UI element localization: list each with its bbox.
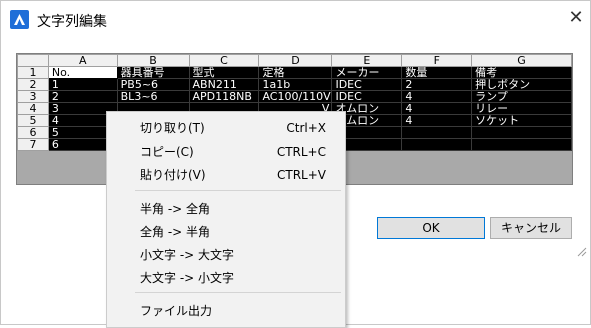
menu-item-paste[interactable]: 貼り付け(V) CTRL+V (107, 164, 345, 186)
menu-item-shortcut: CTRL+C (276, 145, 326, 159)
menu-item-lower-to-upper[interactable]: 小文字 -> 大文字 (107, 244, 345, 266)
menu-item-label: ファイル出力 (140, 304, 213, 318)
column-header[interactable]: A (47, 54, 118, 67)
grid-cell[interactable]: 器具番号 (116, 66, 190, 79)
grid-cell[interactable]: 2 (47, 90, 118, 103)
menu-item-label: 大文字 -> 小文字 (140, 271, 235, 285)
row-header[interactable]: 7 (17, 138, 49, 151)
ok-button[interactable]: OK (377, 217, 485, 239)
corner-header[interactable] (17, 54, 49, 67)
menu-item-upper-to-lower[interactable]: 大文字 -> 小文字 (107, 267, 345, 289)
context-menu: 切り取り(T) Ctrl+X コピー(C) CTRL+C 貼り付け(V) CTR… (106, 111, 346, 328)
menu-item-copy[interactable]: コピー(C) CTRL+C (107, 141, 345, 163)
grid-cell[interactable]: 4 (401, 102, 473, 115)
close-icon[interactable]: ✕ (566, 8, 586, 28)
row-header[interactable]: 5 (17, 114, 49, 127)
table-row: 1 No. 器具番号 型式 定格 メーカー 数量 備考 (17, 66, 572, 79)
grid-cell[interactable]: ABN211 (188, 78, 260, 91)
grid-cell[interactable]: ソケット (471, 114, 572, 127)
grid-cell[interactable]: 備考 (471, 66, 572, 79)
menu-item-full-to-half[interactable]: 全角 -> 半角 (107, 221, 345, 243)
menu-item-label: 切り取り(T) (140, 121, 205, 135)
menu-item-half-to-full[interactable]: 半角 -> 全角 (107, 198, 345, 220)
window-title: 文字列編集 (37, 14, 107, 30)
menu-separator (135, 292, 341, 293)
column-header[interactable]: D (258, 54, 333, 67)
row-header[interactable]: 3 (17, 90, 49, 103)
grid-cell[interactable]: IDEC (331, 78, 403, 91)
row-header[interactable]: 4 (17, 102, 49, 115)
column-header[interactable]: G (471, 54, 572, 67)
grid-cell[interactable] (401, 138, 473, 151)
grid-cell[interactable]: AC100/110V (258, 90, 333, 103)
row-header[interactable]: 1 (17, 66, 49, 79)
grid-cell[interactable]: PB5~6 (116, 78, 190, 91)
grid-cell[interactable]: 1 (47, 78, 118, 91)
grid-cell[interactable]: No. (47, 66, 118, 79)
menu-item-shortcut: CTRL+V (277, 168, 326, 182)
string-edit-dialog: 文字列編集 ✕ A B C D E F G 1 No. 器具番号 型式 定格 メ… (0, 0, 591, 328)
column-header[interactable]: C (188, 54, 260, 67)
grid-cell[interactable]: 押しボタン (471, 78, 572, 91)
cancel-button[interactable]: キャンセル (490, 217, 572, 239)
resize-grip-icon[interactable] (575, 245, 587, 257)
grid-cell[interactable]: 型式 (188, 66, 260, 79)
title-bar: 文字列編集 ✕ (1, 1, 590, 38)
grid-cell[interactable]: BL3~6 (116, 90, 190, 103)
table-row: 3 2 BL3~6 APD118NB AC100/110V IDEC 4 ランプ (17, 90, 572, 103)
grid-cell[interactable]: メーカー (331, 66, 403, 79)
menu-separator (135, 190, 341, 191)
grid-cell[interactable]: 2 (401, 78, 473, 91)
column-header[interactable]: E (331, 54, 403, 67)
grid-cell[interactable]: ランプ (471, 90, 572, 103)
menu-item-file-output[interactable]: ファイル出力 (107, 300, 345, 322)
column-header[interactable]: F (401, 54, 473, 67)
grid-cell[interactable] (471, 138, 572, 151)
menu-item-label: 貼り付け(V) (140, 168, 206, 182)
column-header[interactable]: B (116, 54, 190, 67)
menu-item-label: 全角 -> 半角 (140, 225, 211, 239)
grid-cell[interactable]: 4 (401, 114, 473, 127)
app-icon (10, 10, 29, 29)
grid-cell[interactable]: リレー (471, 102, 572, 115)
menu-item-shortcut: Ctrl+X (286, 121, 326, 135)
table-row: 2 1 PB5~6 ABN211 1a1b IDEC 2 押しボタン (17, 78, 572, 91)
menu-item-label: 小文字 -> 大文字 (140, 248, 235, 262)
menu-item-label: コピー(C) (140, 145, 194, 159)
grid-cell[interactable]: 4 (401, 90, 473, 103)
grid-cell[interactable]: 定格 (258, 66, 333, 79)
menu-item-label: 半角 -> 全角 (140, 202, 211, 216)
menu-item-cut[interactable]: 切り取り(T) Ctrl+X (107, 117, 345, 139)
grid-cell[interactable] (471, 126, 572, 139)
grid-cell[interactable]: 1a1b (258, 78, 333, 91)
grid-cell[interactable]: 数量 (401, 66, 473, 79)
grid-cell[interactable]: IDEC (331, 90, 403, 103)
grid-cell[interactable]: APD118NB (188, 90, 260, 103)
row-header[interactable]: 2 (17, 78, 49, 91)
grid-cell[interactable] (401, 126, 473, 139)
row-header[interactable]: 6 (17, 126, 49, 139)
